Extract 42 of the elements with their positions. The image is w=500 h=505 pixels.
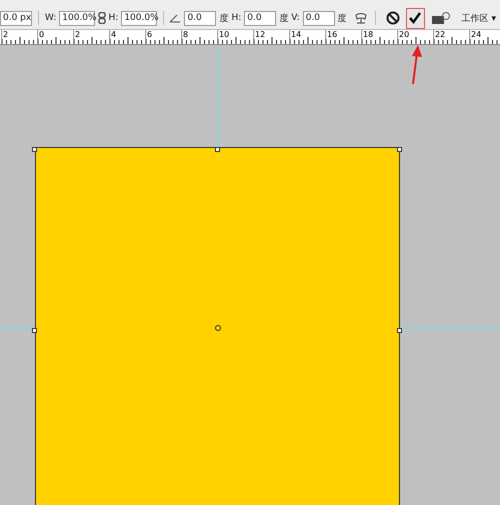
link-icon[interactable] [98, 12, 106, 24]
workspace-menu[interactable]: 工作区 ▾ [462, 12, 496, 24]
input-field[interactable]: 0.0 px [0, 10, 32, 26]
transform-handle[interactable] [215, 147, 220, 152]
ruler-label: 2 [74, 30, 80, 39]
center-point[interactable] [215, 325, 221, 331]
ruler-label: 24 [470, 30, 482, 39]
transform-handle[interactable] [32, 147, 37, 152]
camera-icon[interactable] [430, 11, 451, 25]
warp-icon[interactable] [352, 10, 369, 26]
field-label: H: [108, 13, 118, 23]
input-field[interactable]: 100.0% [121, 10, 157, 26]
ruler-label: 4 [110, 30, 116, 39]
ruler-label: 22 [434, 30, 446, 39]
input-field[interactable]: 0.0 [244, 10, 276, 26]
pointer-arrow [409, 45, 423, 85]
angle-icon [169, 13, 182, 23]
ruler-label: 16 [326, 30, 338, 39]
cancel-icon[interactable] [386, 11, 400, 25]
ruler-label: 14 [290, 30, 302, 39]
ruler-label: 20 [398, 30, 410, 39]
ruler-label: 2 [2, 30, 8, 39]
ruler-label: 8 [182, 30, 188, 39]
ruler-label: 12 [254, 30, 266, 39]
input-field[interactable]: 100.0% [59, 10, 95, 26]
ruler-label: 0 [38, 30, 44, 39]
field-label: H: [231, 13, 242, 23]
input-field[interactable]: 0.0 [302, 10, 335, 26]
commit-button[interactable] [406, 8, 425, 28]
transform-handle[interactable] [397, 147, 402, 152]
ruler-label: 18 [362, 30, 374, 39]
ruler-label: 10 [218, 30, 230, 39]
field-label: 度 [219, 12, 228, 24]
input-field[interactable]: 0.0 [184, 10, 216, 26]
field-label: V: [291, 13, 300, 23]
transform-handle[interactable] [32, 328, 37, 333]
field-label: 度 [279, 12, 288, 24]
transform-handle[interactable] [397, 328, 402, 333]
ruler-label: 6 [146, 30, 152, 39]
field-label: 度 [338, 12, 347, 24]
check-icon [408, 11, 422, 25]
field-label: W: [44, 13, 56, 23]
